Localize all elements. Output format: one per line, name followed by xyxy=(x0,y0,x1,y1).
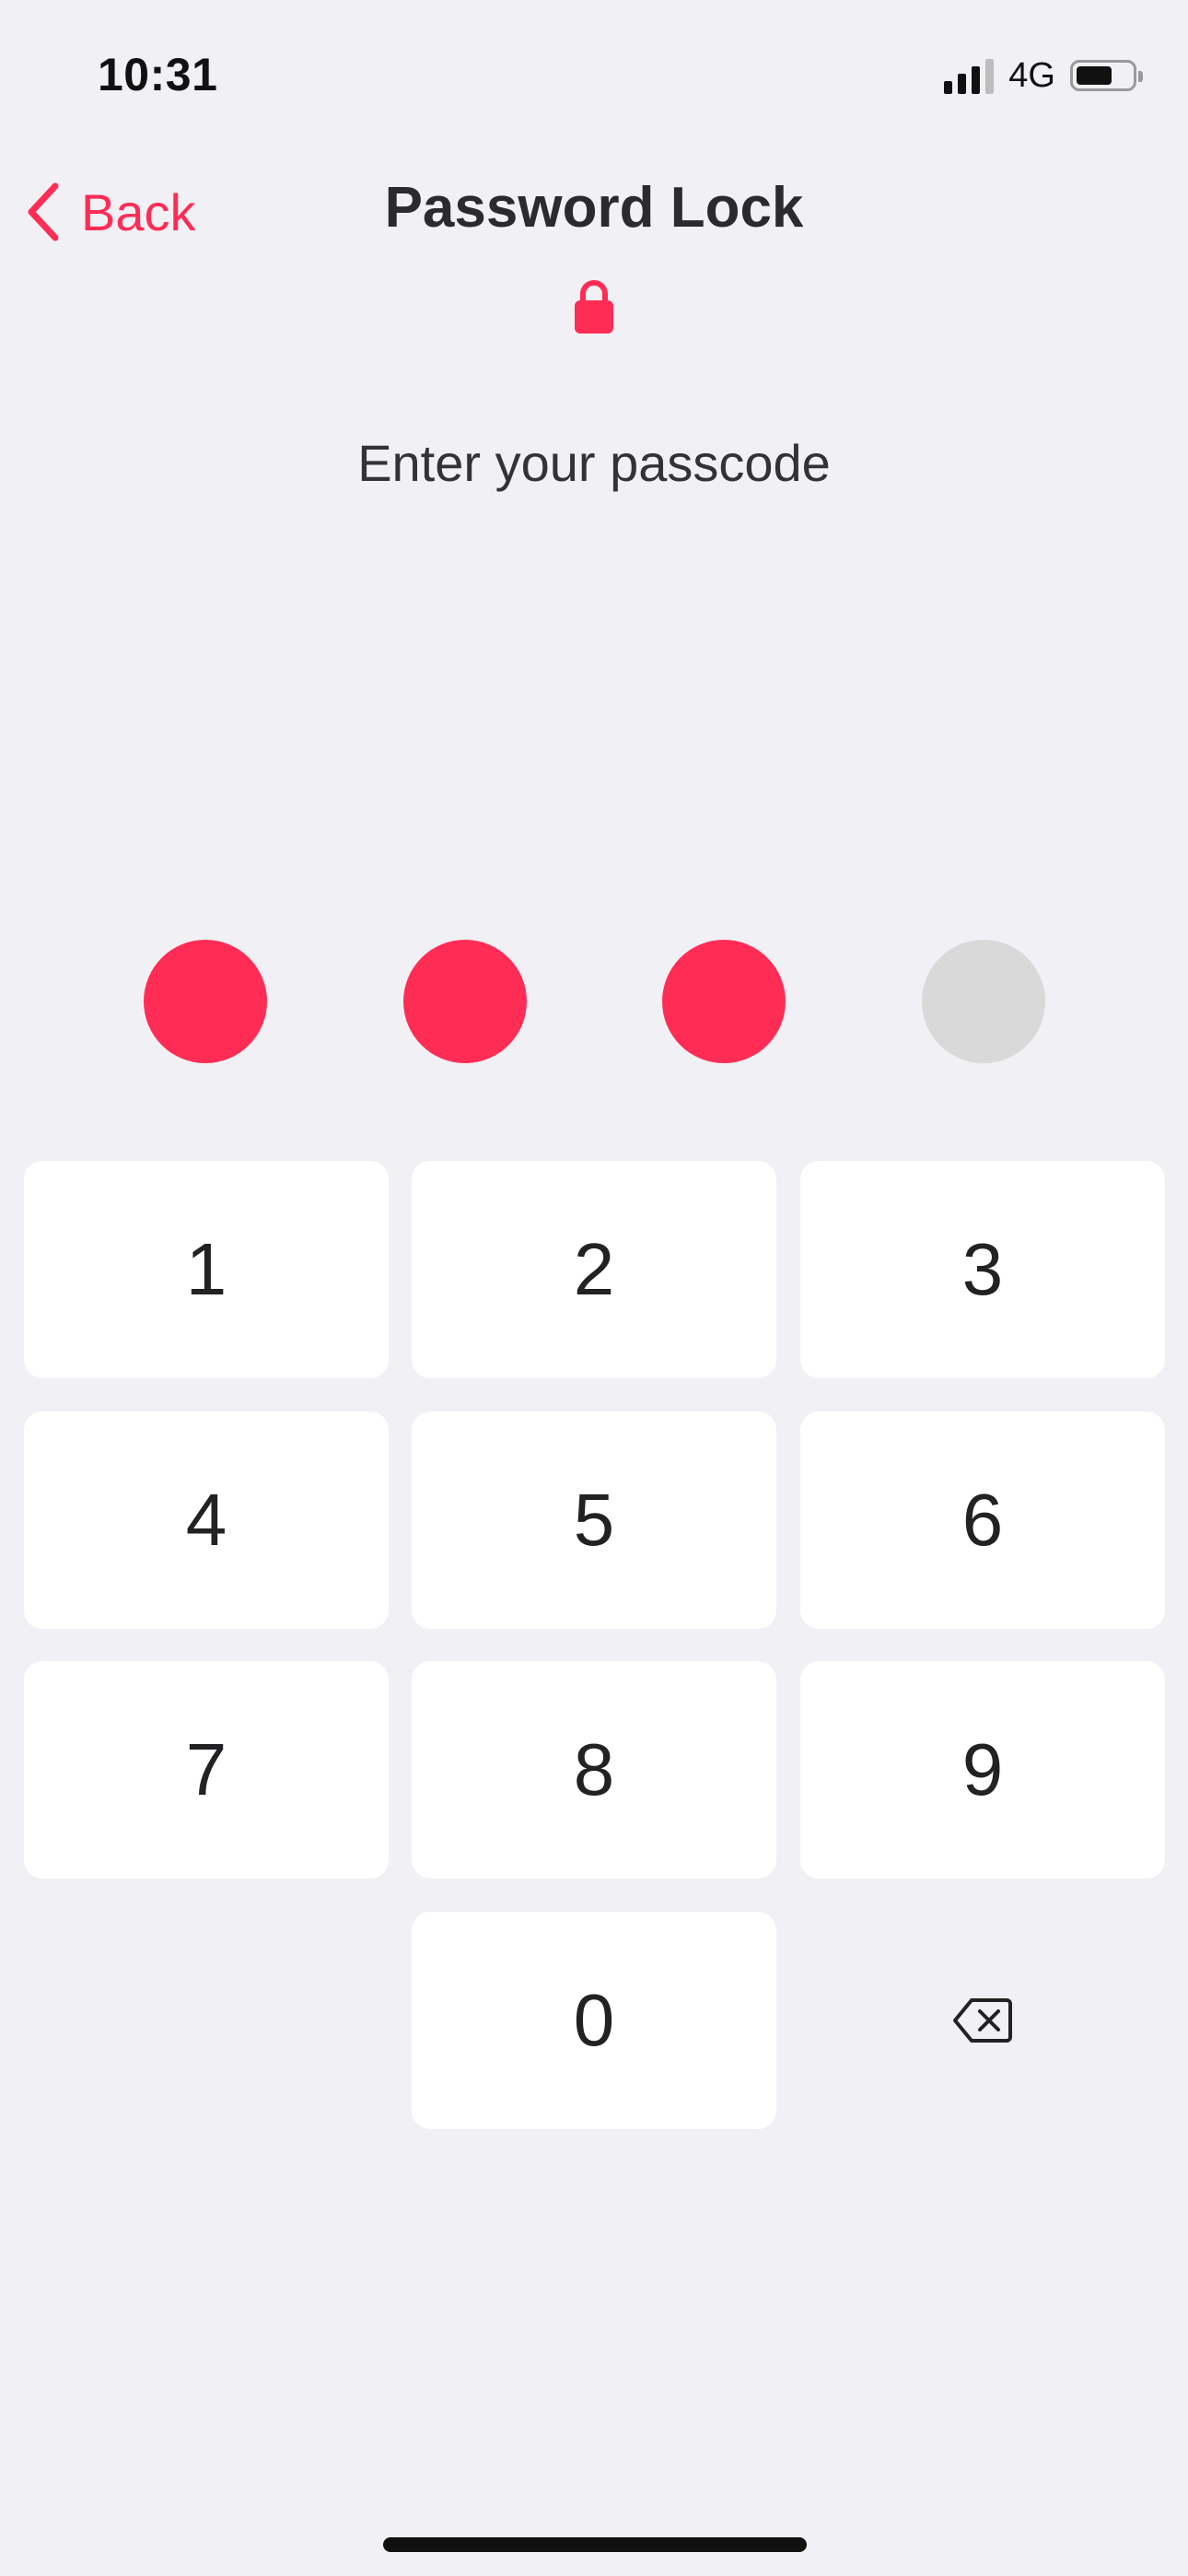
keypad-key-8[interactable]: 8 xyxy=(412,1661,776,1879)
keypad-key-7[interactable]: 7 xyxy=(24,1661,389,1879)
passcode-dot-filled xyxy=(144,940,267,1063)
passcode-indicator xyxy=(0,940,1188,1063)
keypad-key-9[interactable]: 9 xyxy=(800,1661,1165,1879)
keypad-key-5[interactable]: 5 xyxy=(412,1411,776,1629)
delete-button[interactable] xyxy=(800,1912,1165,2129)
network-type: 4G xyxy=(1008,55,1055,95)
battery-icon xyxy=(1070,60,1143,91)
passcode-dot-filled xyxy=(662,940,786,1063)
keypad-key-3[interactable]: 3 xyxy=(800,1161,1165,1378)
lock-icon xyxy=(575,280,613,334)
keypad-empty-slot xyxy=(24,1912,389,2129)
keypad-key-4[interactable]: 4 xyxy=(24,1411,389,1629)
home-indicator[interactable] xyxy=(383,2537,807,2552)
status-time: 10:31 xyxy=(98,49,218,100)
keypad-key-6[interactable]: 6 xyxy=(800,1411,1165,1629)
passcode-dot-filled xyxy=(403,940,527,1063)
status-indicators: 4G xyxy=(944,53,1143,98)
keypad-key-1[interactable]: 1 xyxy=(24,1161,389,1378)
passcode-dot-empty xyxy=(922,940,1045,1063)
keypad-key-0[interactable]: 0 xyxy=(412,1912,776,2129)
signal-icon xyxy=(944,57,995,94)
battery-level xyxy=(1077,66,1112,85)
page-title: Password Lock xyxy=(384,176,804,240)
backspace-icon xyxy=(953,1998,1012,2043)
keypad-key-2[interactable]: 2 xyxy=(412,1161,776,1378)
passcode-prompt: Enter your passcode xyxy=(357,434,831,492)
